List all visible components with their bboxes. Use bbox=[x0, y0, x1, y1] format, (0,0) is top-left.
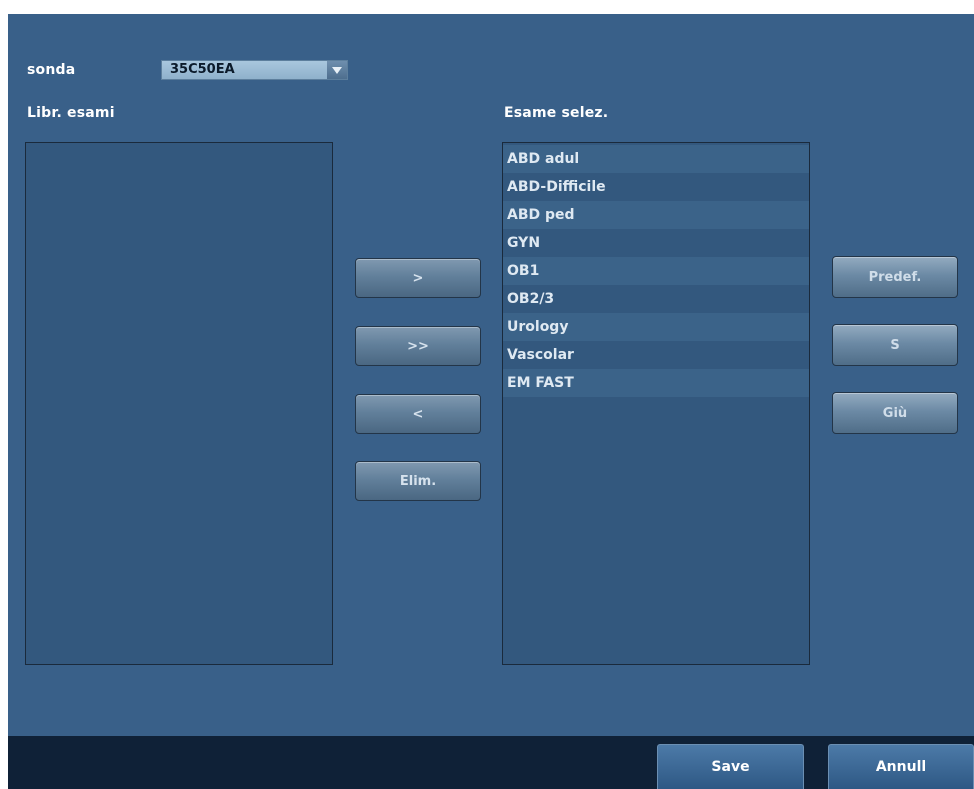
add-exam-button[interactable]: > bbox=[355, 258, 481, 298]
exam-library-title: Libr. esami bbox=[27, 105, 115, 121]
selected-exams-list[interactable]: ABD adul ABD-Difficile ABD ped GYN OB1 O… bbox=[502, 142, 810, 665]
exam-library-list[interactable] bbox=[25, 142, 333, 665]
delete-exam-button[interactable]: Elim. bbox=[355, 461, 481, 501]
list-item[interactable]: OB2/3 bbox=[503, 285, 809, 313]
list-item[interactable]: ABD-Difficile bbox=[503, 173, 809, 201]
list-item[interactable]: EM FAST bbox=[503, 369, 809, 397]
save-button[interactable]: Save bbox=[657, 744, 804, 789]
probe-label: sonda bbox=[27, 62, 76, 78]
list-item[interactable]: Vascolar bbox=[503, 341, 809, 369]
move-down-button[interactable]: Giù bbox=[832, 392, 958, 434]
set-default-button[interactable]: Predef. bbox=[832, 256, 958, 298]
list-item[interactable]: Urology bbox=[503, 313, 809, 341]
list-item[interactable]: ABD ped bbox=[503, 201, 809, 229]
add-all-exams-button[interactable]: >> bbox=[355, 326, 481, 366]
move-up-button[interactable]: S bbox=[832, 324, 958, 366]
selected-exams-title: Esame selez. bbox=[504, 105, 609, 121]
chevron-down-icon[interactable] bbox=[327, 61, 347, 79]
list-item[interactable]: GYN bbox=[503, 229, 809, 257]
list-item[interactable]: ABD adul bbox=[503, 145, 809, 173]
remove-exam-button[interactable]: < bbox=[355, 394, 481, 434]
probe-value: 35C50EA bbox=[170, 62, 235, 77]
probe-select[interactable]: 35C50EA bbox=[161, 60, 348, 80]
list-item[interactable]: OB1 bbox=[503, 257, 809, 285]
cancel-button[interactable]: Annull bbox=[828, 744, 974, 789]
